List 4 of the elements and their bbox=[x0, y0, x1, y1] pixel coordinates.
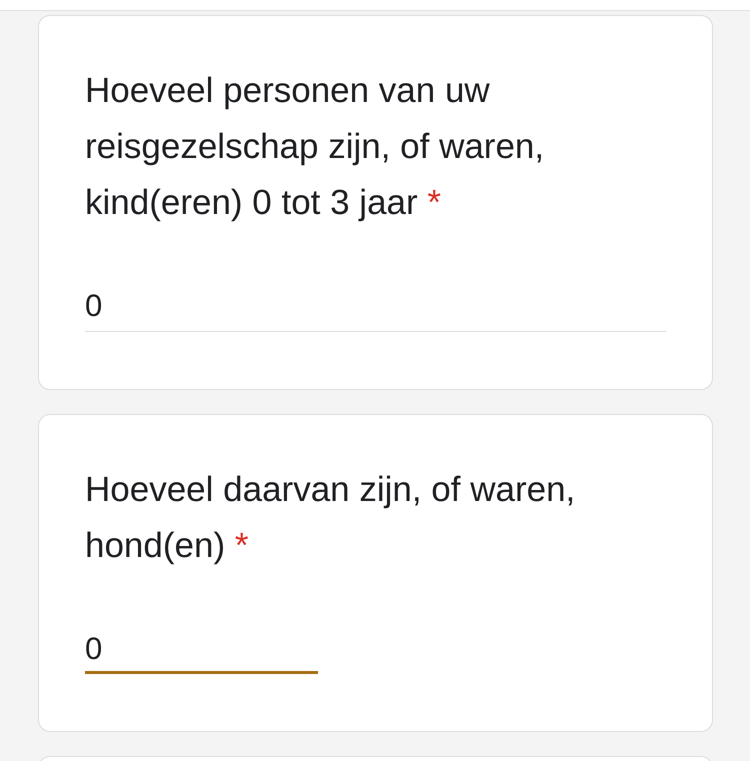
answer-field[interactable]: 0 bbox=[85, 288, 666, 332]
answer-field[interactable]: 0 bbox=[85, 631, 318, 674]
question-title: Hoeveel daarvan zijn, of waren, hond(en) * bbox=[85, 469, 576, 567]
question-title: Hoeveel personen van uw reisgezelschap zijn, of waren, kind(eren) 0 tot 3 jaar * bbox=[85, 70, 546, 224]
